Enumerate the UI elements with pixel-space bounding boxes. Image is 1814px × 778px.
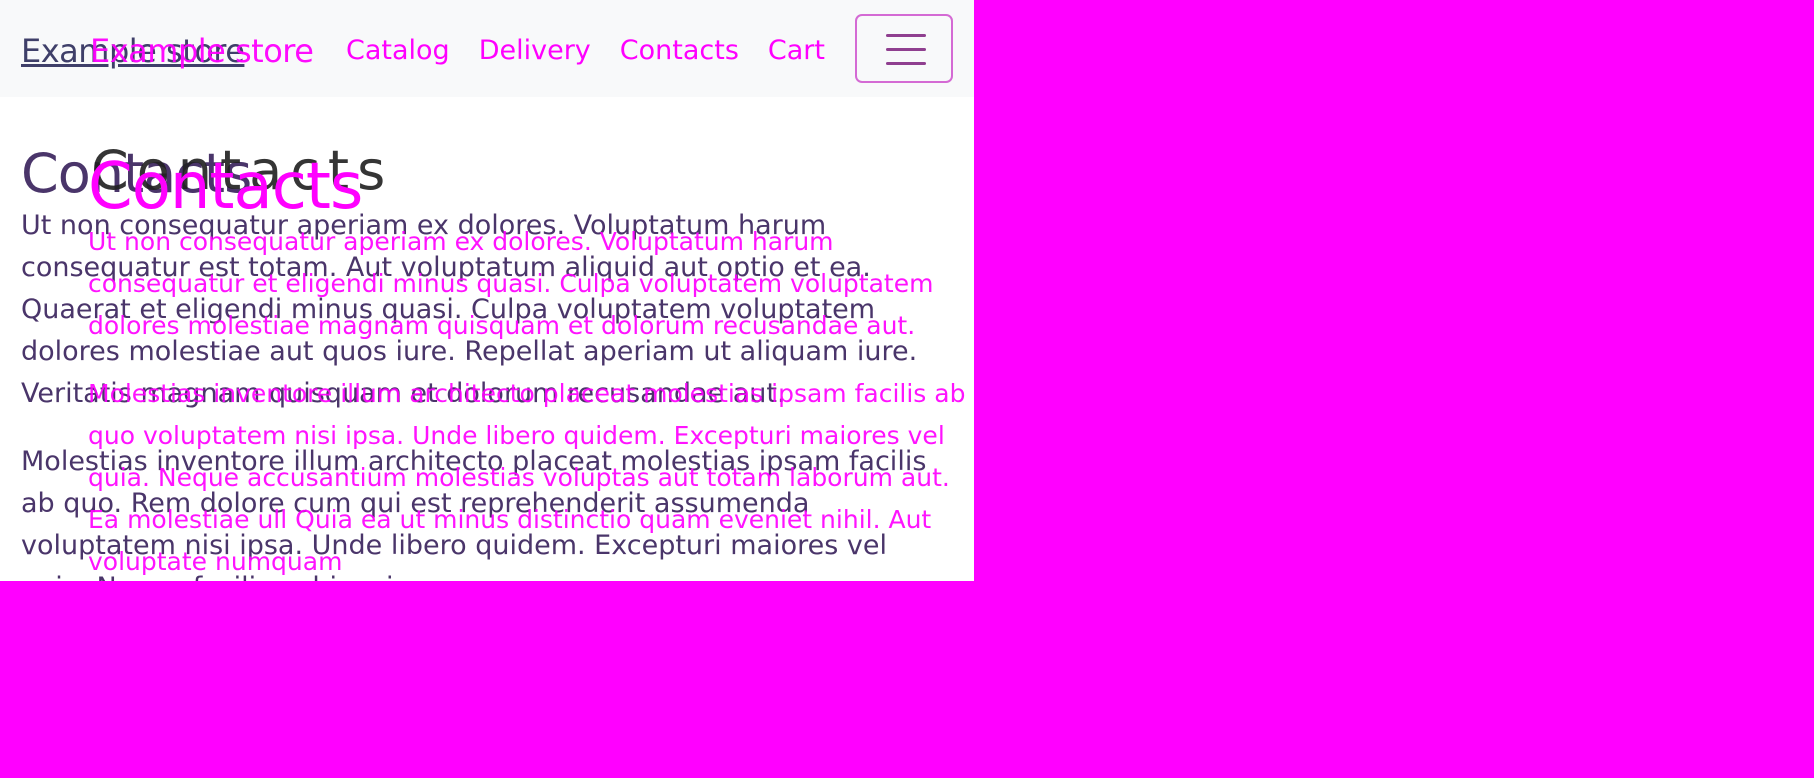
menu-icon-bar-bottom (886, 62, 926, 65)
content-overlay: Contacts Ut non consequatur aperiam ex d… (88, 153, 974, 581)
top-navbar: Example store Example store Catalog Deli… (0, 0, 974, 97)
menu-icon (886, 34, 926, 65)
overlay-title: Contacts (88, 150, 363, 224)
browser-viewport: Example store Example store Catalog Deli… (0, 0, 974, 581)
nav-item-delivery: Delivery (479, 36, 591, 66)
overlay-paragraph-1: Ut non consequatur aperiam ex dolores. V… (88, 227, 934, 340)
menu-icon-bar-middle (886, 48, 926, 51)
nav-links: Catalog Delivery Contacts Cart (346, 36, 825, 66)
navbar-content: Example store Example store Catalog Deli… (0, 0, 974, 97)
nav-link-cart[interactable]: Cart (768, 35, 825, 66)
nav-item-cart: Cart (768, 36, 825, 66)
nav-link-catalog[interactable]: Catalog (346, 35, 450, 66)
nav-link-contacts[interactable]: Contacts (620, 35, 739, 66)
nav-item-contacts: Contacts (620, 36, 739, 66)
nav-link-delivery[interactable]: Delivery (479, 35, 591, 66)
nav-item-catalog: Catalog (346, 36, 450, 66)
menu-toggle-button[interactable] (855, 14, 953, 83)
brand-overlay: Example store (90, 32, 314, 70)
menu-icon-bar-top (886, 34, 926, 37)
overlay-paragraph-2: Molestias inventore illum architecto pla… (88, 379, 966, 576)
